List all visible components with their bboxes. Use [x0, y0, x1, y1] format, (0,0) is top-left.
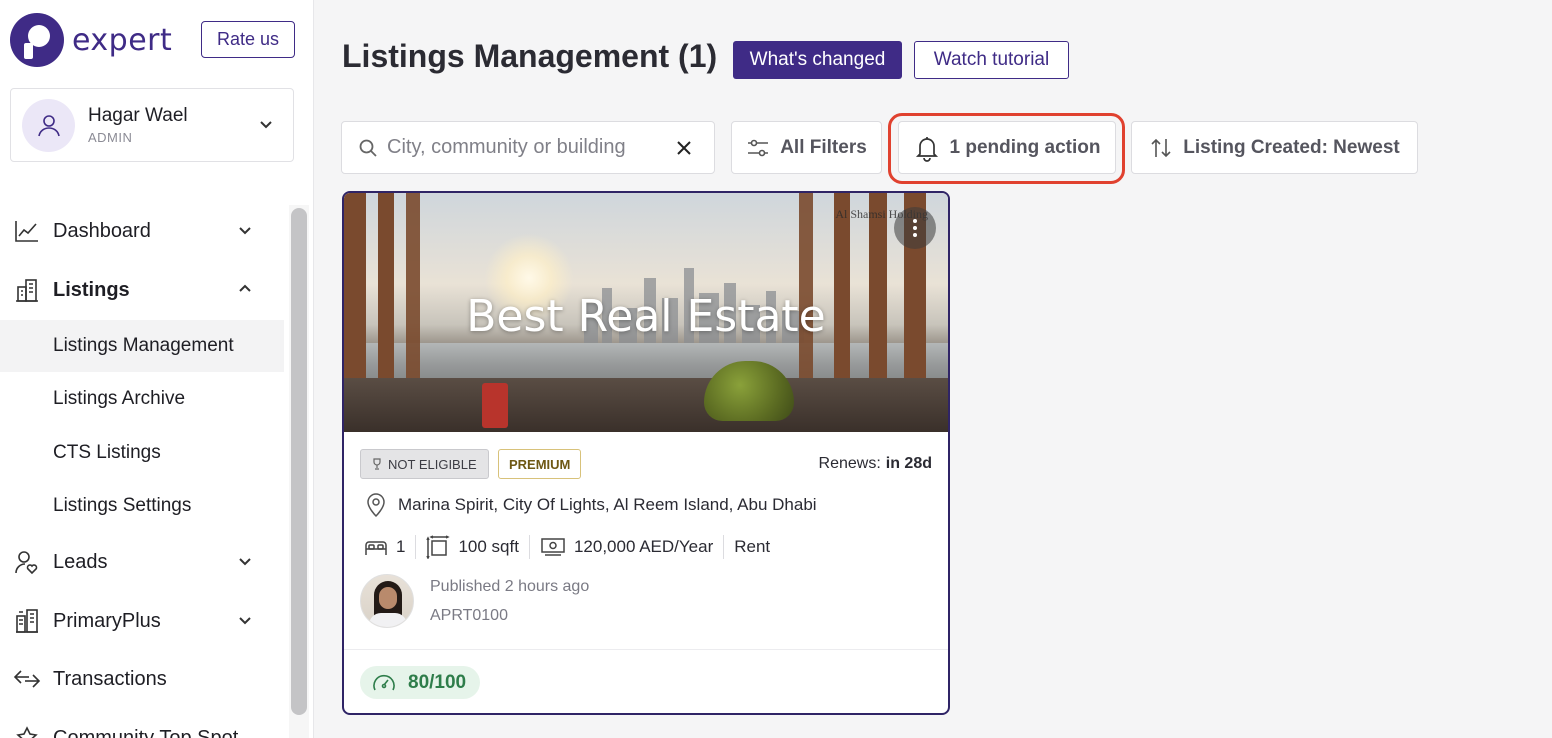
sidebar-item-dashboard[interactable]: Dashboard	[0, 205, 284, 257]
sidebar-scrollbar[interactable]	[291, 208, 307, 715]
chevron-down-icon	[239, 227, 251, 235]
sidebar-item-label: Listings	[53, 278, 130, 301]
search-input[interactable]	[387, 136, 657, 159]
bed-icon	[365, 541, 387, 555]
sidebar-item-leads[interactable]: Leads	[0, 536, 284, 588]
star-icon	[13, 724, 41, 738]
logo-mark-icon	[10, 13, 64, 67]
buildings-icon	[13, 607, 41, 635]
listing-specs: 1 100 sqft 120,000 AED/Year Rent	[364, 535, 770, 559]
sidebar-item-listings-archive[interactable]: Listings Archive	[0, 373, 284, 425]
listing-image[interactable]: Al Shamsi Holding Best Real Estate	[344, 193, 948, 432]
listing-location: Marina Spirit, City Of Lights, Al Reem I…	[364, 492, 817, 518]
bedrooms-value: 1	[396, 537, 406, 556]
sidebar-item-listings[interactable]: Listings	[0, 264, 284, 316]
chevron-down-icon	[260, 121, 272, 129]
rate-us-button[interactable]: Rate us	[201, 21, 295, 58]
user-name: Hagar Wael	[88, 105, 188, 126]
hero-title: Best Real Estate	[466, 291, 826, 342]
search-icon	[359, 139, 377, 157]
sidebar: expert Rate us Hagar Wael ADMIN Dashboar…	[0, 0, 314, 738]
user-avatar-icon	[22, 98, 75, 152]
sidebar-item-label: Community Top Spot	[53, 726, 239, 738]
sliders-icon	[748, 139, 769, 156]
user-menu[interactable]: Hagar Wael ADMIN	[10, 88, 294, 162]
eligibility-badge: NOT ELIGIBLE	[360, 449, 489, 479]
sidebar-item-label: Leads	[53, 550, 108, 573]
area-icon	[426, 535, 451, 559]
more-vertical-icon	[913, 219, 917, 237]
watch-tutorial-button[interactable]: Watch tutorial	[914, 41, 1069, 79]
area-spec: 100 sqft	[426, 535, 519, 559]
chart-line-icon	[13, 217, 41, 245]
location-text: Marina Spirit, City Of Lights, Al Reem I…	[398, 495, 817, 514]
sidebar-item-listings-management[interactable]: Listings Management	[0, 320, 284, 372]
highlight-annotation	[888, 113, 1125, 184]
chevron-up-icon	[239, 284, 251, 292]
user-heart-icon	[13, 548, 41, 576]
trophy-icon	[373, 458, 381, 470]
renews-label: Renews:	[818, 455, 881, 472]
sort-button[interactable]: Listing Created: Newest	[1131, 121, 1418, 174]
premium-badge: PREMIUM	[498, 449, 582, 479]
bedrooms-spec: 1	[364, 537, 405, 557]
sidebar-item-community-top-spot[interactable]: Community Top Spot	[0, 712, 284, 738]
building-icon	[13, 276, 41, 304]
renews-value: in 28d	[885, 455, 932, 472]
purpose-spec: Rent	[734, 537, 770, 557]
renewal-info: Renews: in 28d	[819, 455, 932, 473]
money-icon	[541, 538, 565, 556]
gauge-icon	[373, 674, 395, 690]
sidebar-item-label: PrimaryPlus	[53, 609, 161, 632]
price-spec: 120,000 AED/Year	[540, 536, 713, 558]
published-time: Published 2 hours ago	[430, 578, 590, 595]
close-icon[interactable]	[674, 138, 694, 158]
sidebar-item-transactions[interactable]: Transactions	[0, 653, 284, 705]
price-value: 120,000 AED/Year	[573, 537, 714, 556]
sidebar-item-listings-settings[interactable]: Listings Settings	[0, 480, 284, 532]
sort-label: Listing Created: Newest	[1183, 136, 1400, 158]
brand-logo[interactable]: expert	[10, 13, 172, 67]
eligibility-label: NOT ELIGIBLE	[388, 456, 477, 472]
search-box	[341, 121, 715, 174]
page-title: Listings Management (1)	[342, 38, 718, 74]
location-pin-icon	[367, 493, 385, 518]
chevron-down-icon	[239, 558, 251, 566]
quality-score-badge[interactable]: 80/100	[360, 666, 480, 699]
user-role: ADMIN	[88, 130, 133, 145]
listing-card[interactable]: Al Shamsi Holding Best Real Estate NOT E…	[342, 191, 950, 715]
quality-score-value: 80/100	[408, 671, 467, 693]
sidebar-item-primaryplus[interactable]: PrimaryPlus	[0, 595, 284, 647]
agent-avatar[interactable]	[360, 574, 414, 628]
reference-number: APRT0100	[430, 607, 508, 624]
all-filters-button[interactable]: All Filters	[731, 121, 882, 174]
whats-changed-button[interactable]: What's changed	[733, 41, 902, 79]
chevron-down-icon	[239, 617, 251, 625]
sidebar-item-label: Dashboard	[53, 219, 151, 242]
purpose-value: Rent	[734, 537, 771, 556]
sort-arrows-icon	[1151, 138, 1171, 157]
sidebar-item-cts-listings[interactable]: CTS Listings	[0, 427, 284, 479]
more-options-button[interactable]	[894, 207, 936, 249]
all-filters-label: All Filters	[780, 136, 867, 158]
area-value: 100 sqft	[458, 537, 519, 556]
sidebar-item-label: Transactions	[53, 667, 167, 690]
arrows-exchange-icon	[13, 665, 41, 693]
divider	[344, 649, 948, 650]
brand-name: expert	[72, 22, 173, 58]
